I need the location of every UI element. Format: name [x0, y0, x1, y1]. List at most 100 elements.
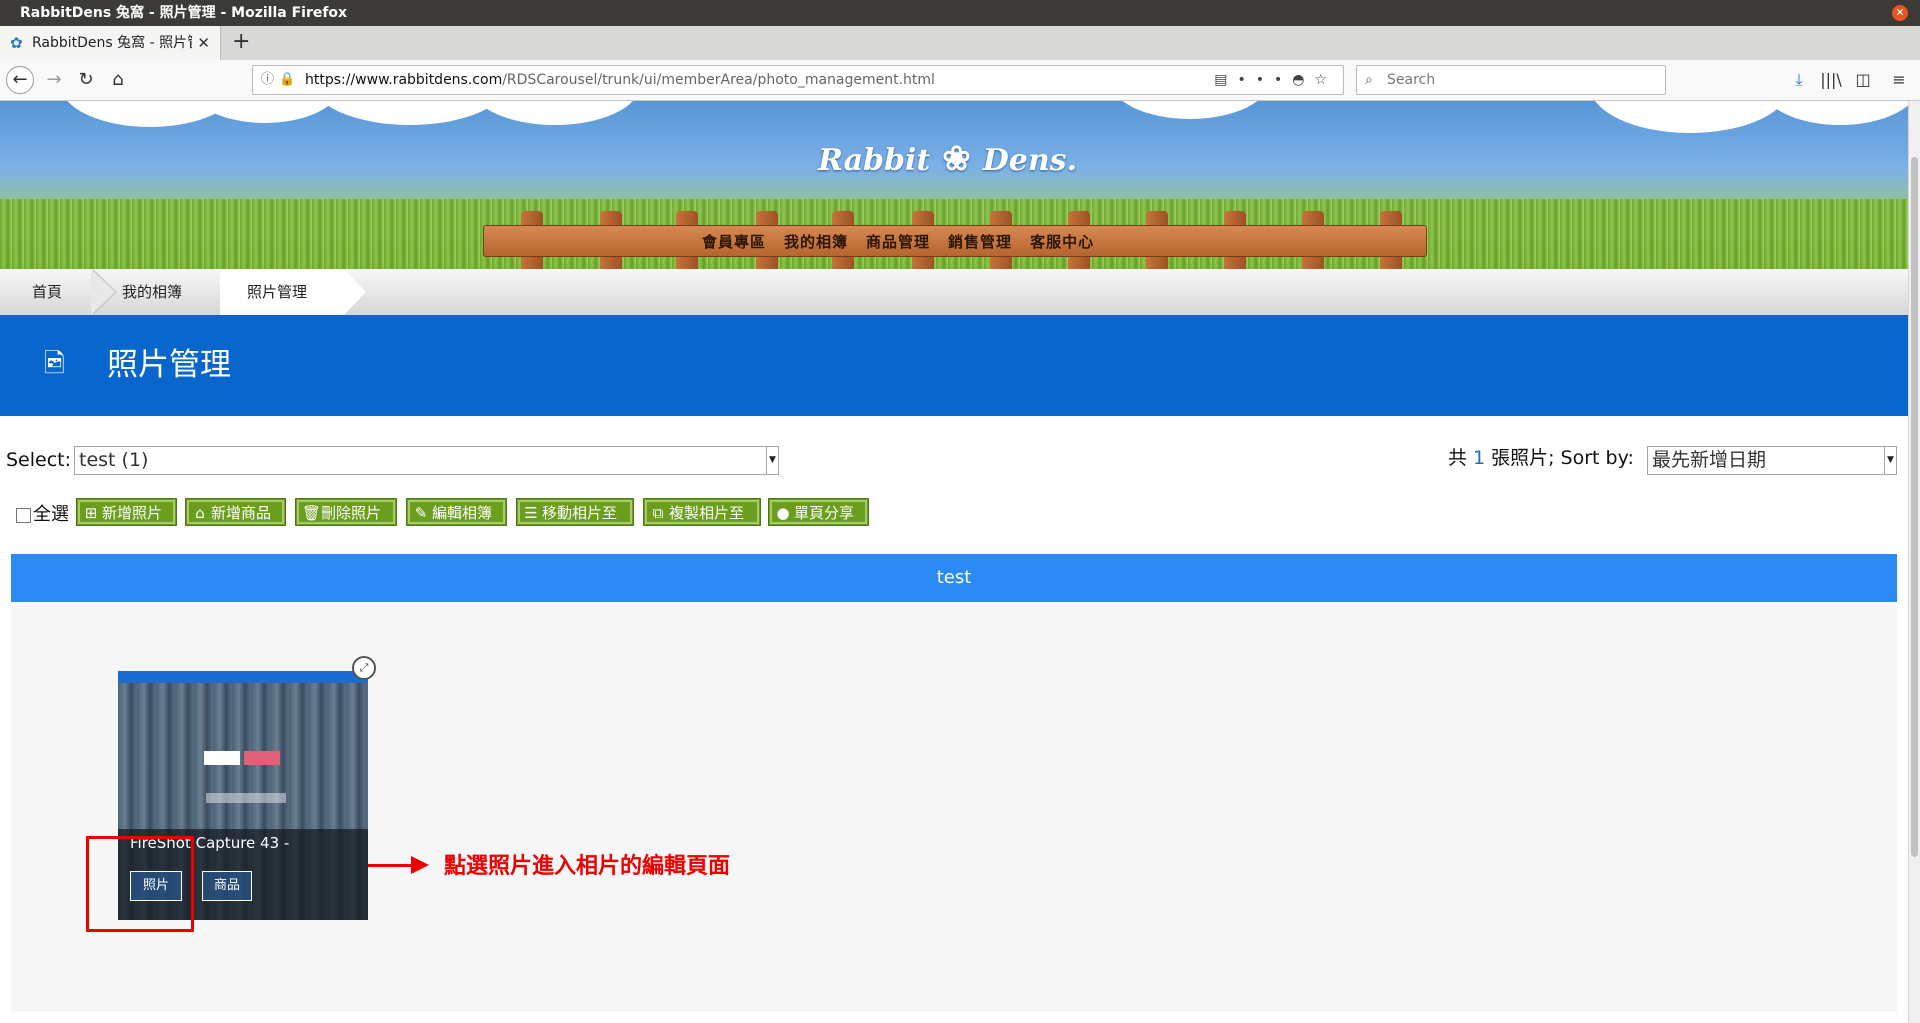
gift-icon: ⌂ — [195, 504, 205, 522]
menu-item-customer-service[interactable]: 客服中心 — [1030, 233, 1094, 251]
thumbnail-detail — [206, 793, 286, 803]
forward-icon[interactable]: → — [40, 66, 68, 94]
album-select-label: Select: — [6, 449, 72, 471]
sort-select-value: 最先新增日期 — [1652, 449, 1767, 471]
move-photos-button[interactable]: ☰ 移動相片至 — [516, 498, 634, 526]
delete-photo-label: 刪除照片 — [321, 504, 382, 522]
breadcrumb-home[interactable]: 首頁 — [32, 269, 62, 315]
select-all[interactable]: 全選 — [16, 500, 69, 526]
select-all-label: 全選 — [33, 504, 69, 525]
breadcrumb-separator — [91, 269, 115, 315]
window-title-bar: RabbitDens 兔窩 - 照片管理 - Mozilla Firefox ✕ — [0, 0, 1920, 26]
edit-album-button[interactable]: ✎ 編輯相簿 — [406, 498, 507, 526]
lock-icon: 🔒 — [279, 72, 296, 87]
menu-item-product-management[interactable]: 商品管理 — [866, 233, 930, 251]
album-header: test — [11, 554, 1897, 602]
cloud — [190, 101, 340, 123]
share-icon: ● — [776, 504, 790, 522]
back-icon[interactable]: ← — [6, 66, 34, 94]
select-all-checkbox[interactable] — [16, 507, 31, 523]
count-prefix: 共 — [1448, 447, 1468, 469]
chevron-down-icon: ▼ — [766, 447, 778, 474]
cloud — [1590, 101, 1790, 133]
photo-count: 共 1 張照片; Sort by: — [1448, 443, 1634, 470]
chevron-down-icon: ▼ — [1884, 447, 1896, 474]
info-icon[interactable]: ⓘ — [261, 66, 274, 94]
page-title: 照片管理 — [107, 347, 231, 383]
add-product-button[interactable]: ⌂ 新增商品 — [185, 498, 286, 526]
search-input[interactable]: ⌕ Search — [1356, 65, 1666, 95]
add-product-label: 新增商品 — [211, 504, 272, 522]
thumbnail-detail — [244, 751, 280, 765]
sort-select[interactable]: 最先新增日期 ▼ — [1647, 446, 1897, 475]
home-icon[interactable]: ⌂ — [104, 66, 132, 94]
navigation-bar: ← → ↻ ⌂ ⓘ 🔒 https://www.rabbitdens.com/R… — [0, 60, 1920, 101]
logo-text-right: Dens. — [982, 143, 1078, 178]
breadcrumb: 首頁 我的相簿 照片管理 — [0, 269, 1908, 315]
menu-item-member-area[interactable]: 會員專區 — [702, 233, 766, 251]
annotation-arrow-head — [411, 856, 429, 874]
count-number: 1 — [1473, 447, 1486, 469]
breadcrumb-photo-management: 照片管理 — [247, 283, 308, 301]
album-select-value: test (1) — [79, 449, 149, 471]
rabbit-favicon-icon: ✿ — [10, 34, 23, 52]
layers-icon: ☰ — [524, 504, 538, 522]
move-photos-label: 移動相片至 — [542, 504, 618, 522]
url-bar[interactable]: ⓘ 🔒 https://www.rabbitdens.com/RDSCarous… — [252, 65, 1344, 95]
search-placeholder: Search — [1387, 72, 1436, 88]
window-title: RabbitDens 兔窩 - 照片管理 - Mozilla Firefox — [20, 5, 348, 21]
product-button[interactable]: 商品 — [202, 871, 252, 901]
url-path: /RDSCarousel/trunk/ui/memberArea/photo_m… — [502, 72, 935, 88]
menu-icon[interactable]: ≡ — [1886, 68, 1912, 92]
add-photo-button[interactable]: ⊞ 新增照片 — [76, 498, 177, 526]
share-page-label: 單頁分享 — [794, 504, 855, 522]
pocket-icon[interactable]: ◓ — [1292, 72, 1314, 88]
download-icon[interactable]: ⤓ — [1786, 68, 1812, 92]
count-suffix: 張照片; Sort by: — [1491, 447, 1634, 469]
logo-text-left: Rabbit — [818, 143, 931, 178]
page-header: 🖻 照片管理 — [0, 315, 1908, 416]
new-tab-icon[interactable]: + — [232, 26, 250, 58]
album-select[interactable]: test (1) ▼ — [74, 446, 779, 475]
site-banner: Rabbit ❀ Dens. 會員專區 我的相簿 商品管理 銷售管理 客服中心 — [0, 101, 1908, 269]
menu-item-sales-management[interactable]: 銷售管理 — [948, 233, 1012, 251]
share-page-button[interactable]: ● 單頁分享 — [768, 498, 869, 526]
cloud — [1110, 101, 1270, 119]
url-text[interactable]: https://www.rabbitdens.com/RDSCarousel/t… — [305, 66, 935, 94]
bookmark-star-icon[interactable]: ☆ — [1314, 72, 1337, 88]
window-close-icon[interactable]: ✕ — [1892, 5, 1908, 21]
trash-icon: 🗑 — [302, 504, 322, 522]
copy-icon: ⧉ — [652, 504, 664, 522]
add-photo-icon: ⊞ — [84, 504, 98, 522]
scrollbar-thumb[interactable] — [1911, 157, 1918, 857]
thumbnail-header-strip — [118, 671, 368, 683]
page-scrollbar[interactable] — [1908, 101, 1920, 1023]
reload-icon[interactable]: ↻ — [72, 66, 100, 94]
copy-photos-button[interactable]: ⧉ 複製相片至 — [643, 498, 761, 526]
browser-tab[interactable]: ✿ RabbitDens 兔窩 - 照片管 ✕ — [0, 26, 221, 60]
rabbit-logo-icon: ❀ — [942, 139, 971, 179]
thumbnail-detail — [204, 751, 240, 765]
expand-icon[interactable]: ⤢ — [352, 656, 376, 680]
sidebar-icon[interactable]: ◫ — [1850, 68, 1876, 92]
annotation-highlight-box — [86, 836, 194, 932]
breadcrumb-my-albums[interactable]: 我的相簿 — [122, 269, 182, 315]
cloud — [470, 101, 640, 125]
cloud — [1760, 101, 1908, 125]
url-host: https://www.rabbitdens.com — [305, 72, 503, 88]
library-icon[interactable]: |||\ — [1818, 68, 1844, 92]
tab-title: RabbitDens 兔窩 - 照片管 — [32, 35, 192, 51]
site-logo[interactable]: Rabbit ❀ Dens. — [818, 139, 1077, 179]
tab-close-icon[interactable]: ✕ — [197, 26, 210, 60]
annotation-text: 點選照片進入相片的編輯頁面 — [444, 854, 731, 879]
reader-view-icon[interactable]: ▤ — [1214, 72, 1237, 88]
more-icon[interactable]: ••• — [1237, 72, 1292, 88]
tab-strip: ✿ RabbitDens 兔窩 - 照片管 ✕ + — [0, 26, 1920, 60]
site-main-menu: 會員專區 我的相簿 商品管理 銷售管理 客服中心 — [702, 231, 1112, 252]
delete-photo-button[interactable]: 🗑刪除照片 — [295, 498, 397, 526]
add-photo-label: 新增照片 — [102, 504, 163, 522]
edit-icon: ✎ — [414, 504, 428, 522]
menu-item-my-albums[interactable]: 我的相簿 — [784, 233, 848, 251]
breadcrumb-separator — [344, 269, 366, 315]
photos-icon: 🖻 — [44, 349, 65, 379]
